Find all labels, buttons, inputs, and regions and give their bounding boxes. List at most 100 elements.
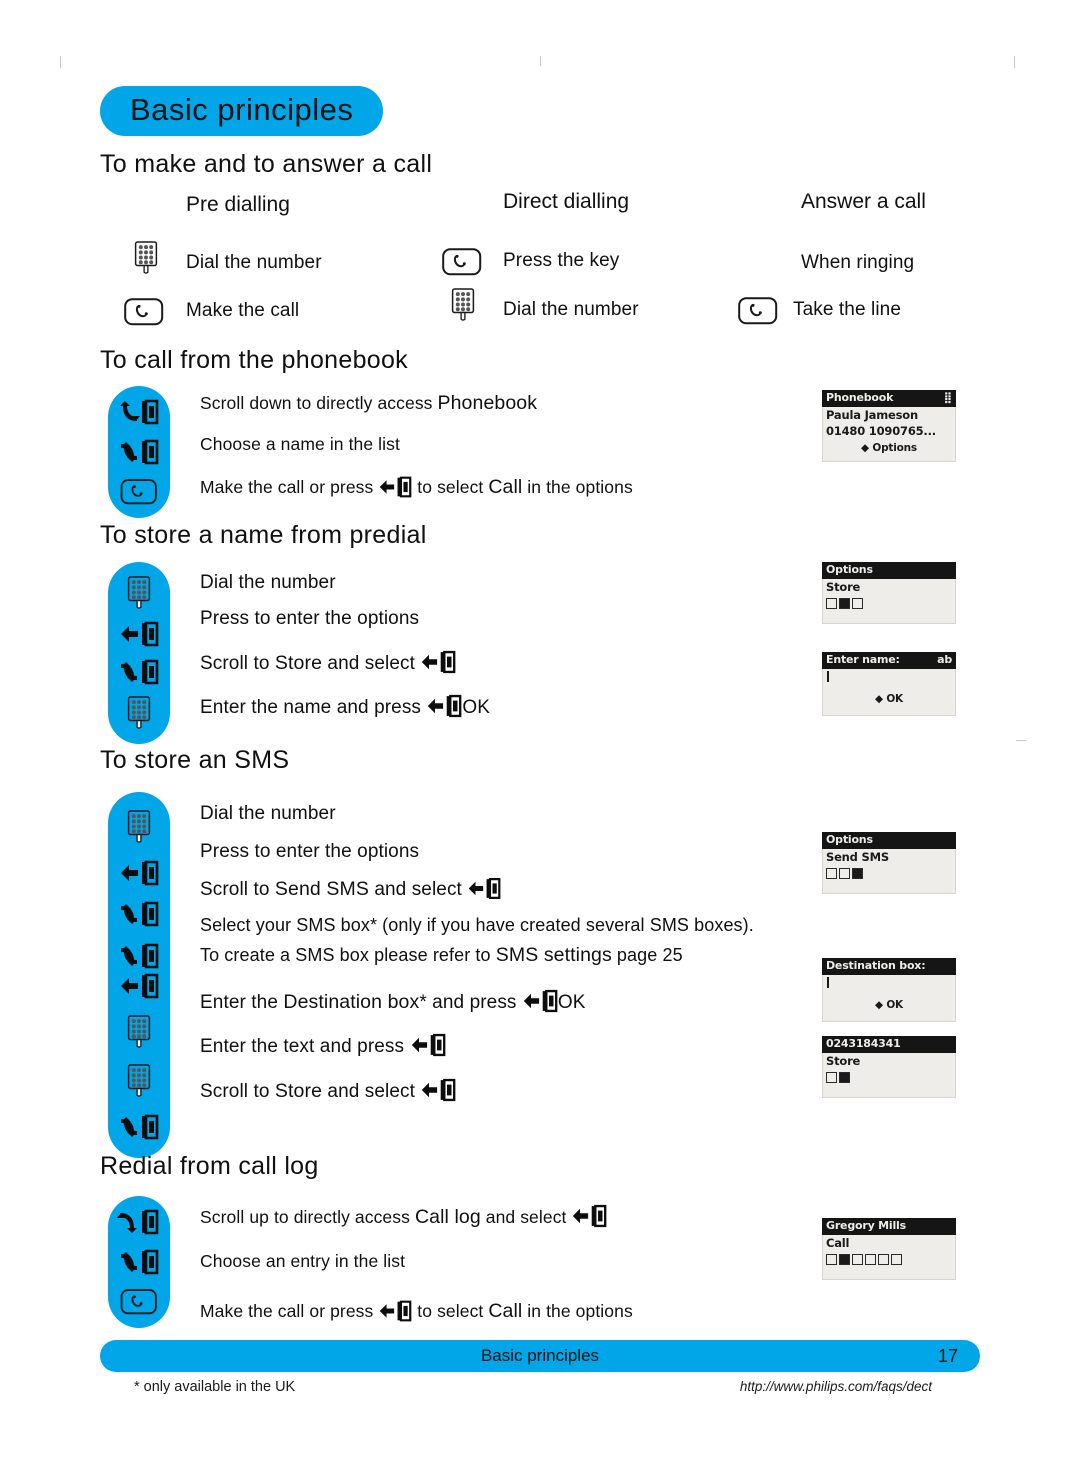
- phonebook-step-3-mid: to select: [412, 477, 489, 497]
- footer-title: Basic principles: [480, 1346, 600, 1365]
- store-name-step-1: Dial the number: [200, 572, 336, 593]
- lcd-softkey: ◆ Options: [822, 442, 956, 454]
- nav-up-icon: [117, 1209, 159, 1235]
- option-icon: [852, 1254, 863, 1266]
- store-name-step-4: Enter the name and press OK: [200, 694, 490, 719]
- sms-step-8-emphasis: Store: [274, 1080, 323, 1102]
- option-icon-selected: [839, 598, 850, 610]
- redial-step-1-emphasis: Call log: [414, 1206, 481, 1228]
- scroll-indicator-icon: ⣿: [943, 391, 953, 404]
- sms-step-7: Enter the text and press: [200, 1033, 446, 1058]
- nav-select-icon: [522, 989, 558, 1013]
- option-icon: [891, 1254, 902, 1266]
- nav-select-icon: [119, 621, 159, 647]
- page-title-pill: Basic principles: [100, 86, 384, 136]
- call-key-icon: [120, 479, 157, 505]
- step-take-the-line: Take the line: [793, 299, 901, 320]
- lcd-title: Options: [826, 833, 873, 846]
- lcd-title: Gregory Mills: [826, 1219, 906, 1232]
- lcd-title-bar: Gregory Mills: [822, 1218, 956, 1235]
- lcd-title: 0243184341: [826, 1037, 901, 1050]
- lcd-option-icons: [822, 1251, 956, 1266]
- phonebook-step-1: Scroll down to directly access Phonebook: [200, 392, 537, 415]
- heading-redial-call-log: Redial from call log: [100, 1152, 319, 1180]
- footer-url: http://www.philips.com/faqs/dect: [739, 1379, 932, 1394]
- lcd-softkey: ◆ OK: [822, 693, 956, 705]
- redial-step-3-pre: Make the call or press: [200, 1301, 379, 1321]
- heading-make-answer: To make and to answer a call: [100, 150, 433, 178]
- phonebook-step-3: Make the call or press to select Call in…: [200, 476, 633, 499]
- heading-store-name-predial: To store a name from predial: [100, 521, 427, 549]
- lcd-line-name: Paula Jameson: [826, 407, 918, 422]
- lcd-call-log-entry: Gregory Mills Call: [822, 1218, 956, 1280]
- keypad-icon: [127, 575, 151, 609]
- nav-updown-icon: [119, 943, 159, 969]
- sms-step-3-mid: and select: [368, 879, 468, 900]
- keypad-icon: [127, 1064, 151, 1098]
- redial-step-2: Choose an entry in the list: [200, 1251, 406, 1271]
- sms-step-8-pre: Scroll to: [200, 1081, 275, 1102]
- lcd-softkey-label: Options: [872, 442, 917, 455]
- lcd-title: Options: [826, 563, 873, 576]
- sms-step-7-pre: Enter the text and press: [200, 1036, 410, 1057]
- manual-page: Basic principles To make and to answer a…: [0, 0, 1080, 1479]
- nav-select-icon: [421, 650, 456, 674]
- store-name-step-3: Scroll to Store and select: [200, 650, 456, 675]
- nav-select-icon: [119, 860, 159, 885]
- lcd-input-mode: ab: [937, 653, 952, 666]
- lcd-title: Destination box:: [826, 959, 926, 972]
- heading-call-from-phonebook: To call from the phonebook: [100, 346, 408, 374]
- text-cursor: [827, 976, 829, 988]
- lcd-softkey-label: OK: [886, 693, 903, 706]
- store-name-step-4-post: OK: [462, 697, 491, 718]
- lcd-option-icons: [822, 1069, 956, 1084]
- call-key-icon: [738, 297, 778, 325]
- store-name-step-3-pre: Scroll to: [200, 653, 275, 674]
- phonebook-step-3-pre: Make the call or press: [200, 477, 379, 497]
- crop-mark-top-right: [1014, 56, 1015, 68]
- icon-rail-phonebook: [108, 386, 170, 518]
- lcd-title-bar: Phonebook ⣿: [822, 390, 956, 407]
- sms-step-6-post: OK: [557, 992, 586, 1013]
- keypad-icon: [451, 288, 475, 321]
- lcd-title: Phonebook: [826, 391, 894, 404]
- page-number: 17: [937, 1345, 958, 1366]
- step-press-the-key: Press the key: [503, 250, 620, 271]
- lcd-option-icons: [822, 595, 956, 610]
- lcd-title-bar: 0243184341: [822, 1036, 956, 1053]
- softkey-marker-icon: ◆: [874, 999, 883, 1012]
- call-key-icon: [120, 1289, 157, 1315]
- lcd-enter-name: Enter name: ab ◆ OK: [822, 652, 956, 716]
- icon-rail-store-name: [108, 562, 170, 744]
- sms-step-3-emphasis: Send SMS: [274, 878, 369, 900]
- keypad-icon: [127, 1014, 151, 1048]
- store-name-step-3-mid: and select: [322, 653, 421, 674]
- option-icon: [839, 868, 850, 880]
- lcd-softkey: ◆ OK: [822, 999, 956, 1011]
- lcd-title-bar: Enter name: ab: [822, 652, 956, 669]
- lcd-phonebook: Phonebook ⣿ Paula Jameson 01480 1090765.…: [822, 390, 956, 462]
- nav-select-icon: [410, 1033, 445, 1057]
- option-icon: [865, 1254, 876, 1266]
- redial-step-1-pre: Scroll up to directly access: [200, 1207, 415, 1227]
- crop-mark-top-mid: [540, 56, 541, 66]
- nav-select-icon: [119, 973, 159, 999]
- keypad-icon: [127, 810, 151, 843]
- sms-step-6-pre: Enter the: [200, 992, 284, 1013]
- subhead-pre-dialling: Pre dialling: [186, 193, 290, 216]
- lcd-title: Enter name:: [826, 653, 900, 666]
- redial-step-3-post: in the options: [522, 1301, 633, 1321]
- lcd-options-store: Options Store: [822, 562, 956, 624]
- sms-step-8-mid: and select: [322, 1081, 421, 1102]
- step-when-ringing: When ringing: [801, 252, 915, 273]
- page-title: Basic principles: [130, 92, 354, 127]
- nav-updown-icon: [119, 1114, 159, 1140]
- lcd-title-bar: Options: [822, 562, 956, 579]
- option-icon-selected: [852, 868, 863, 880]
- option-icon: [826, 868, 837, 880]
- nav-updown-icon: [119, 1249, 159, 1275]
- nav-updown-icon: [119, 659, 159, 685]
- sms-step-5-post: page 25: [611, 945, 683, 965]
- lcd-input-line: [822, 975, 956, 991]
- crop-mark-top-left: [60, 56, 61, 68]
